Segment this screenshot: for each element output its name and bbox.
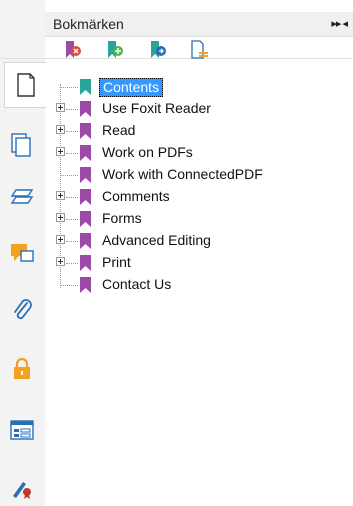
tree-connector: [66, 219, 78, 221]
attachments-panel-tab[interactable]: [10, 298, 34, 322]
expand-toggle[interactable]: [56, 213, 65, 222]
bookmark-icon: [80, 79, 91, 95]
bookmark-icon: [80, 123, 91, 139]
collapse-panel-button[interactable]: ▸▸ ◂: [331, 17, 348, 30]
add-child-bookmark-icon: [151, 41, 166, 58]
pages-thumbnail-icon: [11, 133, 31, 157]
tree-item-label: Contact Us: [102, 276, 172, 292]
expand-toggle[interactable]: [56, 103, 65, 112]
tree-item-label: Work with ConnectedPDF: [102, 166, 263, 182]
bookmark-icon: [80, 101, 91, 117]
expand-toggle[interactable]: [56, 191, 65, 200]
bookmarks-panel-tab[interactable]: [4, 62, 46, 108]
side-rail: [0, 0, 46, 506]
signature-icon: [13, 482, 31, 499]
expand-toggle[interactable]: [56, 235, 65, 244]
expand-toggle[interactable]: [56, 125, 65, 134]
bookmark-icon: [80, 211, 91, 227]
signatures-panel-tab[interactable]: [10, 476, 34, 500]
bookmark-icon: [80, 255, 91, 271]
tree-connector: [66, 153, 78, 155]
bookmarks-toolbar: [45, 36, 353, 62]
tree-item-label: Comments: [102, 188, 170, 204]
bookmark-icon: [80, 167, 91, 183]
tree-item-label: Read: [102, 122, 136, 138]
security-panel-tab[interactable]: [10, 357, 34, 381]
tree-connector: [60, 87, 78, 89]
pages-panel-tab[interactable]: [10, 133, 34, 157]
bookmark-icon: [80, 145, 91, 161]
layers-icon: [10, 189, 34, 204]
tree-item-label: Print: [102, 254, 131, 270]
tree-item-label: Contents: [99, 78, 164, 97]
bookmark-options-icon: [191, 40, 208, 59]
tree-connector: [66, 109, 78, 111]
delete-bookmark-icon: [66, 41, 81, 58]
add-bookmark-icon: [108, 41, 123, 58]
delete-bookmark-button[interactable]: [63, 40, 85, 60]
attachment-icon: [14, 299, 32, 320]
bookmark-options-button[interactable]: [189, 40, 211, 60]
tree-item-label: Use Foxit Reader: [102, 100, 211, 116]
panel-title: Bokmärken: [53, 16, 124, 32]
bookmark-icon: [80, 277, 91, 293]
expand-toggle[interactable]: [56, 147, 65, 156]
tree-connector: [66, 197, 78, 199]
tree-item-label: Advanced Editing: [102, 232, 211, 248]
tree-connector: [60, 285, 78, 287]
bookmark-icon: [80, 233, 91, 249]
layers-panel-tab[interactable]: [10, 185, 34, 209]
page-icon: [16, 73, 35, 97]
tree-connector: [66, 263, 78, 265]
expand-toggle[interactable]: [56, 257, 65, 266]
bookmarks-panel-header: Bokmärken ▸▸ ◂: [45, 12, 353, 37]
form-fields-icon: [10, 420, 34, 440]
comments-icon: [11, 244, 34, 262]
add-bookmark-button[interactable]: [105, 40, 127, 60]
tree-connector: [66, 131, 78, 133]
tree-connector: [66, 241, 78, 243]
tree-item-label: Work on PDFs: [102, 144, 193, 160]
tree-connector: [60, 175, 78, 177]
comments-panel-tab[interactable]: [10, 241, 34, 265]
tree-item-label: Forms: [102, 210, 142, 226]
form-fields-panel-tab[interactable]: [10, 418, 34, 442]
add-child-bookmark-button[interactable]: [148, 40, 170, 60]
bookmark-icon: [80, 189, 91, 205]
security-lock-icon: [14, 357, 30, 379]
